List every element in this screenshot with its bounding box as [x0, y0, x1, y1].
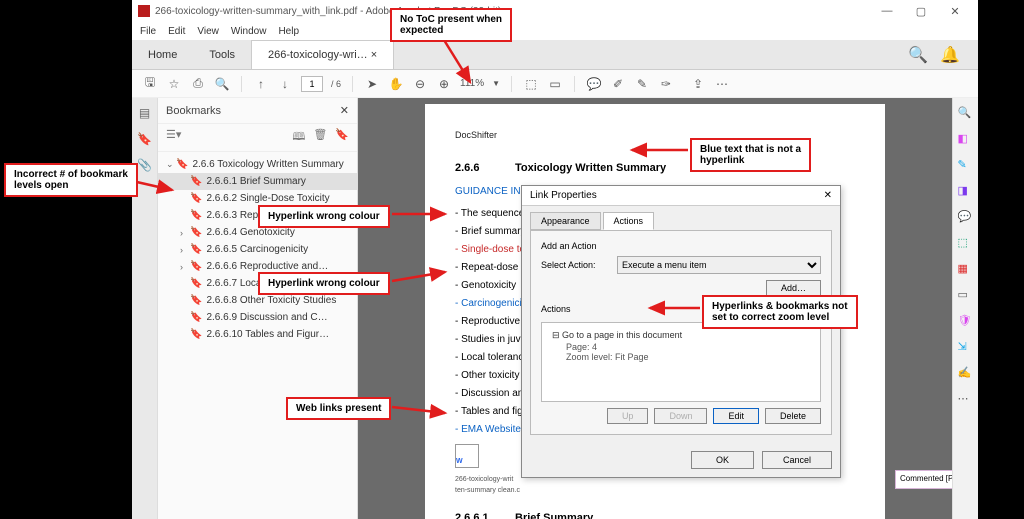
comment-balloon[interactable]: Commented [PI1]: "Blue": [895, 470, 952, 489]
callout-blue-text: Blue text that is not a hyperlink: [690, 138, 811, 172]
fill-sign-icon[interactable]: ✍: [958, 366, 974, 382]
combine-icon[interactable]: ⬚: [958, 236, 974, 252]
protect-icon[interactable]: 🛡: [958, 314, 974, 330]
highlight-icon[interactable]: ✐: [610, 76, 626, 92]
bookmarks-toolbar: ☰▾ 🕮 🗑 🔖: [158, 124, 357, 152]
thumbnails-icon[interactable]: ▤: [139, 106, 150, 120]
organize-icon[interactable]: ▦: [958, 262, 974, 278]
zoom-in-icon[interactable]: ⊕: [436, 76, 452, 92]
bookmarks-icon[interactable]: 🔖: [137, 132, 152, 146]
new-bookmark-icon[interactable]: 🕮: [292, 128, 305, 147]
callout-hyperlink-colour-1: Hyperlink wrong colour: [258, 205, 390, 228]
bookmark-item[interactable]: 🔖2.6.6.1 Brief Summary: [158, 173, 357, 190]
menubar: File Edit View Window Help: [132, 22, 978, 40]
more-tools-icon[interactable]: ⋯: [958, 392, 974, 408]
edit-button[interactable]: Edit: [713, 408, 759, 424]
callout-no-toc: No ToC present when expected: [390, 8, 512, 42]
tab-actions[interactable]: Actions: [603, 212, 655, 230]
fit-width-icon[interactable]: ⬚: [523, 76, 539, 92]
down-button[interactable]: Down: [654, 408, 707, 424]
delete-bookmark-icon[interactable]: 🗑: [313, 128, 327, 147]
comment-icon[interactable]: 💬: [586, 76, 602, 92]
maximize-button[interactable]: ▢: [904, 5, 938, 18]
select-action-label: Select Action:: [541, 260, 617, 270]
bookmark-item[interactable]: 🔖2.6.6.9 Discussion and C…: [158, 309, 357, 326]
comment-tool-icon[interactable]: 💬: [958, 210, 974, 226]
link-properties-dialog: Link Properties ✕ Appearance Actions Add…: [521, 185, 841, 478]
delete-button[interactable]: Delete: [765, 408, 821, 424]
callout-zoom-level: Hyperlinks & bookmarks not set to correc…: [702, 295, 858, 329]
minimize-button[interactable]: —: [870, 5, 904, 17]
tab-tools[interactable]: Tools: [193, 40, 251, 69]
find-bookmark-icon[interactable]: 🔖: [335, 128, 349, 147]
ok-button[interactable]: OK: [691, 451, 754, 469]
callout-web-links: Web links present: [286, 397, 391, 420]
bookmark-item[interactable]: ›🔖2.6.6.5 Carcinogenicity: [158, 241, 357, 258]
export-pdf-icon[interactable]: ◧: [958, 132, 974, 148]
print-icon[interactable]: ⎙: [190, 76, 206, 92]
dialog-close-icon[interactable]: ✕: [824, 190, 832, 201]
page-down-icon[interactable]: ↓: [277, 76, 293, 92]
tab-home[interactable]: Home: [132, 40, 193, 69]
fit-page-icon[interactable]: ▭: [547, 76, 563, 92]
bookmark-item[interactable]: 🔖2.6.6.10 Tables and Figur…: [158, 326, 357, 343]
attachments-icon[interactable]: 📎: [137, 158, 152, 172]
bookmark-root[interactable]: ⌄🔖2.6.6 Toxicology Written Summary: [158, 156, 357, 173]
menu-file[interactable]: File: [140, 26, 156, 37]
actions-listbox[interactable]: ⊟ Go to a page in this document Page: 4 …: [541, 322, 821, 402]
menu-view[interactable]: View: [197, 26, 219, 37]
page-up-icon[interactable]: ↑: [253, 76, 269, 92]
left-rail: ▤ 🔖 📎: [132, 98, 158, 519]
zoom-level[interactable]: 111%: [460, 78, 484, 89]
tabbar: Home Tools 266-toxicology-wri… × 🔍 🔔: [132, 40, 978, 70]
options-icon[interactable]: ☰▾: [166, 128, 181, 147]
menu-window[interactable]: Window: [231, 26, 267, 37]
close-button[interactable]: ✕: [938, 5, 972, 18]
dialog-title: Link Properties: [530, 190, 597, 201]
save-icon[interactable]: 🖫: [142, 76, 158, 92]
stamp-icon[interactable]: ✑: [658, 76, 674, 92]
add-action-label: Add an Action: [541, 241, 821, 251]
share-icon[interactable]: ⇪: [690, 76, 706, 92]
zoom-out-icon[interactable]: ⊖: [412, 76, 428, 92]
titlebar: 266-toxicology-written-summary_with_link…: [132, 0, 978, 22]
bell-icon[interactable]: 🔔: [940, 45, 960, 65]
more-icon[interactable]: ⋯: [714, 76, 730, 92]
subsection-heading: 2.6.6.1Brief Summary: [455, 510, 855, 519]
tab-appearance[interactable]: Appearance: [530, 212, 601, 230]
create-pdf-icon[interactable]: ◨: [958, 184, 974, 200]
star-icon[interactable]: ☆: [166, 76, 182, 92]
select-action-dropdown[interactable]: Execute a menu item: [617, 256, 821, 274]
tab-document[interactable]: 266-toxicology-wri… ×: [251, 40, 394, 69]
bookmarks-panel: Bookmarks ✕ ☰▾ 🕮 🗑 🔖 ⌄🔖2.6.6 Toxicology …: [158, 98, 358, 519]
toolbar: 🖫 ☆ ⎙ 🔍 ↑ ↓ / 6 ➤ ✋ ⊖ ⊕ 111% ▼ ⬚ ▭ 💬 ✐ ✎…: [132, 70, 978, 98]
edit-pdf-icon[interactable]: ✎: [958, 158, 974, 174]
sign-icon[interactable]: ✎: [634, 76, 650, 92]
right-rail: 🔍 ◧ ✎ ◨ 💬 ⬚ ▦ ▭ 🛡 ⇲ ✍ ⋯: [952, 98, 978, 519]
pdf-icon: [138, 5, 150, 17]
page-total: / 6: [331, 79, 341, 89]
callout-hyperlink-colour-2: Hyperlink wrong colour: [258, 272, 390, 295]
cancel-button[interactable]: Cancel: [762, 451, 832, 469]
add-button[interactable]: Add…: [766, 280, 821, 296]
compress-icon[interactable]: ⇲: [958, 340, 974, 356]
bookmarks-title: Bookmarks: [166, 105, 221, 117]
magnify-icon[interactable]: 🔍: [214, 76, 230, 92]
word-attachment-icon[interactable]: [455, 444, 479, 468]
search-tool-icon[interactable]: 🔍: [958, 106, 974, 122]
pointer-icon[interactable]: ➤: [364, 76, 380, 92]
redact-icon[interactable]: ▭: [958, 288, 974, 304]
menu-help[interactable]: Help: [278, 26, 299, 37]
callout-bookmark-levels: Incorrect # of bookmark levels open: [4, 163, 138, 197]
search-icon[interactable]: 🔍: [908, 45, 928, 65]
menu-edit[interactable]: Edit: [168, 26, 185, 37]
hand-icon[interactable]: ✋: [388, 76, 404, 92]
up-button[interactable]: Up: [607, 408, 649, 424]
page-input[interactable]: [301, 76, 323, 92]
bookmarks-close-icon[interactable]: ✕: [340, 104, 349, 117]
